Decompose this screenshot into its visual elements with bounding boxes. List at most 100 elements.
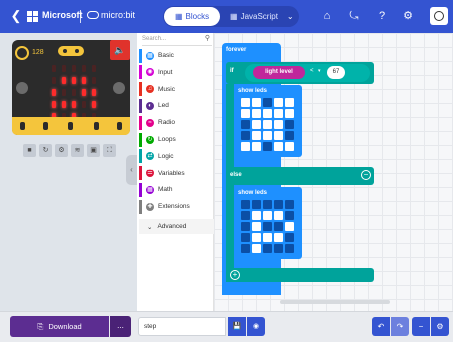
save-icon[interactable]: 💾 <box>228 317 246 336</box>
blocks-mode-button[interactable]: ▦ Blocks <box>164 7 220 26</box>
advanced-toggle[interactable]: ⌄ Advanced <box>139 219 214 234</box>
github-icon[interactable]: ◉ <box>247 317 265 336</box>
account-avatar[interactable] <box>430 7 448 25</box>
remove-else-icon[interactable]: − <box>361 170 371 180</box>
button-a[interactable] <box>16 82 28 94</box>
led-toggle-cell[interactable] <box>263 131 272 140</box>
pin-gold-pad[interactable] <box>94 122 99 130</box>
led-toggle-cell[interactable] <box>263 244 272 253</box>
sound-muted-icon[interactable]: 🔈 <box>110 40 130 60</box>
toolbox-category-extensions[interactable]: ✚ Extensions <box>139 199 212 214</box>
project-name-input[interactable]: step <box>138 317 226 336</box>
else-block[interactable]: else <box>226 167 374 185</box>
show-leds-block-else[interactable]: show leds <box>234 187 302 259</box>
slowmo-icon[interactable]: ≋ <box>71 144 84 157</box>
led-toggle-cell[interactable] <box>274 211 283 220</box>
led-toggle-cell[interactable] <box>285 222 294 231</box>
led-toggle-cell[interactable] <box>285 244 294 253</box>
led-toggle-cell[interactable] <box>252 244 261 253</box>
led-toggle-cell[interactable] <box>241 233 250 242</box>
toolbox-search[interactable]: Search... ⚲ <box>142 33 212 46</box>
led-toggle-cell[interactable] <box>263 233 272 242</box>
led-toggle-cell[interactable] <box>241 222 250 231</box>
led-toggle-cell[interactable] <box>241 98 250 107</box>
led-toggle-cell[interactable] <box>274 109 283 118</box>
toolbox-category-loops[interactable]: ↻ Loops <box>139 132 212 147</box>
led-toggle-cell[interactable] <box>274 244 283 253</box>
led-toggle-cell[interactable] <box>263 200 272 209</box>
led-toggle-cell[interactable] <box>252 109 261 118</box>
led-toggle-cell[interactable] <box>285 200 294 209</box>
chevron-down-icon[interactable]: ⌄ <box>287 12 294 21</box>
led-toggle-cell[interactable] <box>274 233 283 242</box>
led-toggle-cell[interactable] <box>263 98 272 107</box>
screenshot-icon[interactable]: ▣ <box>87 144 100 157</box>
collapse-simulator-icon[interactable]: ‹ <box>126 155 137 185</box>
led-toggle-cell[interactable] <box>263 120 272 129</box>
led-toggle-cell[interactable] <box>274 120 283 129</box>
settings-gear-icon[interactable]: ⚙ <box>400 8 416 24</box>
led-toggle-cell[interactable] <box>274 222 283 231</box>
help-icon[interactable]: ? <box>374 8 390 24</box>
led-toggle-cell[interactable] <box>241 131 250 140</box>
led-toggle-cell[interactable] <box>274 131 283 140</box>
led-toggle-cell[interactable] <box>241 200 250 209</box>
led-editor-grid[interactable] <box>241 200 294 253</box>
led-toggle-cell[interactable] <box>285 98 294 107</box>
led-toggle-cell[interactable] <box>285 211 294 220</box>
workspace-scrollbar[interactable] <box>280 300 390 304</box>
zoom-in-icon[interactable]: ⚙ <box>431 317 449 336</box>
compare-value-input[interactable]: 67 <box>327 66 345 79</box>
led-toggle-cell[interactable] <box>241 244 250 253</box>
debug-icon[interactable]: ⚙ <box>55 144 68 157</box>
led-toggle-cell[interactable] <box>241 109 250 118</box>
led-toggle-cell[interactable] <box>241 211 250 220</box>
operator-chevron-icon[interactable]: ▾ <box>318 68 321 74</box>
led-toggle-cell[interactable] <box>252 120 261 129</box>
download-button[interactable]: ⎘ Download <box>10 316 109 337</box>
led-toggle-cell[interactable] <box>274 98 283 107</box>
led-toggle-cell[interactable] <box>274 200 283 209</box>
share-icon[interactable]: ⤿ <box>346 8 362 24</box>
pin-gold-pad[interactable] <box>20 122 25 130</box>
home-icon[interactable]: ⌂ <box>319 8 335 24</box>
led-toggle-cell[interactable] <box>285 120 294 129</box>
led-toggle-cell[interactable] <box>252 222 261 231</box>
led-toggle-cell[interactable] <box>252 200 261 209</box>
light-sensor-icon[interactable] <box>15 46 29 60</box>
toolbox-category-math[interactable]: ▦ Math <box>139 182 212 197</box>
led-toggle-cell[interactable] <box>252 131 261 140</box>
toolbox-category-music[interactable]: ♫ Music <box>139 82 212 97</box>
back-icon[interactable]: ❮ <box>9 9 23 23</box>
toolbox-category-logic[interactable]: ⇄ Logic <box>139 149 212 164</box>
add-else-icon[interactable]: + <box>230 270 240 280</box>
javascript-mode-button[interactable]: ▦ JavaScript ⌄ <box>226 7 298 26</box>
led-toggle-cell[interactable] <box>285 109 294 118</box>
toolbox-category-radio[interactable]: ≈ Radio <box>139 115 212 130</box>
toolbox-category-basic[interactable]: ▦ Basic <box>139 48 212 63</box>
search-input[interactable]: Search... <box>142 36 166 42</box>
led-toggle-cell[interactable] <box>252 98 261 107</box>
redo-icon[interactable]: ↷ <box>391 317 409 336</box>
led-toggle-cell[interactable] <box>263 211 272 220</box>
search-icon[interactable]: ⚲ <box>205 33 210 45</box>
led-toggle-cell[interactable] <box>263 222 272 231</box>
led-toggle-cell[interactable] <box>252 211 261 220</box>
zoom-out-icon[interactable]: − <box>412 317 430 336</box>
led-toggle-cell[interactable] <box>241 120 250 129</box>
restart-icon[interactable]: ↻ <box>39 144 52 157</box>
show-leds-block-if[interactable]: show leds <box>234 85 302 157</box>
pin-gold-pad[interactable] <box>68 122 73 130</box>
led-toggle-cell[interactable] <box>285 233 294 242</box>
light-level-block[interactable]: light level <box>253 66 305 79</box>
led-toggle-cell[interactable] <box>285 131 294 140</box>
led-toggle-cell[interactable] <box>263 142 272 151</box>
led-toggle-cell[interactable] <box>285 142 294 151</box>
toolbox-category-variables[interactable]: ☰ Variables <box>139 166 212 181</box>
toolbox-category-input[interactable]: ◉ Input <box>139 65 212 80</box>
led-toggle-cell[interactable] <box>241 142 250 151</box>
led-toggle-cell[interactable] <box>252 233 261 242</box>
button-b[interactable] <box>113 82 125 94</box>
pin-gold-pad[interactable] <box>117 122 122 130</box>
pin-gold-pad[interactable] <box>43 122 48 130</box>
